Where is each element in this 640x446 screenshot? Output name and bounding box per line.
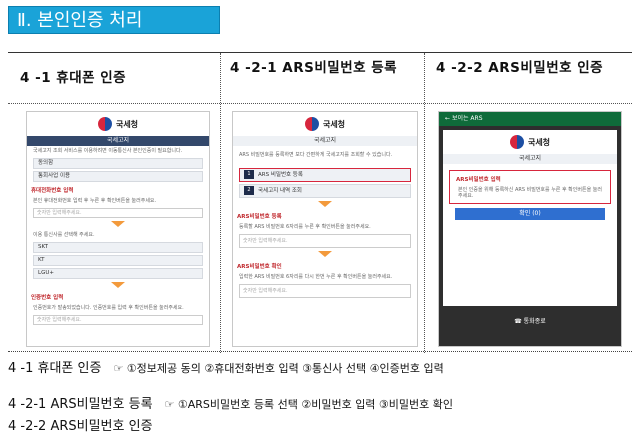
terms-row[interactable]: 동의함 (33, 158, 203, 169)
ars-register-option[interactable]: 1 ARS 비밀번호 등록 (239, 168, 411, 182)
ars-top-bar: ← 보이는 ARS (439, 112, 621, 126)
password-input[interactable]: 숫자만 입력해주세요. (239, 234, 411, 248)
carrier-label: 이용 통신사를 선택해 주세요. (33, 232, 95, 238)
ars-step-box: ARS비밀번호 입력 본인 인증을 위해 등록하신 ARS 비밀번호를 누른 후… (449, 170, 611, 204)
step-heading: ARS비밀번호 확인 (237, 264, 282, 270)
header-ars-register: 4 -2-1 ARS비밀번호 등록 (230, 60, 398, 76)
footer-line: 4 -2-1 ARS비밀번호 등록 ☞ ①ARS비밀번호 등록 선택 ②비밀번호 … (8, 397, 454, 412)
ars-register-screenshot: 국세청 국세고지 ARS 비밀번호를 등록하면 보다 간편하게 국세고지를 조회… (232, 111, 418, 347)
nav-bar: 국세고지 (443, 154, 617, 164)
nts-emblem-icon (509, 135, 524, 149)
nts-emblem-icon (97, 117, 112, 131)
nts-logo: 국세청 (233, 112, 417, 136)
step-desc: 입력한 ARS 비밀번호 6자리를 다시 한번 누른 후 확인버튼을 눌러주세요… (239, 274, 393, 280)
down-arrow-icon (111, 282, 125, 288)
password-confirm-input[interactable]: 숫자만 입력해주세요. (239, 284, 411, 298)
phone-input[interactable]: 숫자만 입력해주세요. (33, 208, 203, 218)
ars-auth-screenshot: ← 보이는 ARS 국세청 국세고지 ARS비밀번호 입력 본인 인증을 위해 … (438, 111, 622, 347)
terms-row[interactable]: 통회사업 이용 (33, 171, 203, 182)
nts-logo: 국세청 (27, 112, 209, 136)
phone-auth-screenshot: 국세청 국세고지 국세고지 조회 서비스를 이용하려면 이동통신사 본인인증이 … (26, 111, 210, 347)
step-heading: 휴대전화번호 입력 (31, 188, 74, 194)
ars-content: 국세청 국세고지 ARS비밀번호 입력 본인 인증을 위해 등록하신 ARS 비… (443, 130, 617, 306)
end-call-button[interactable]: ☎ 통화종료 (439, 316, 621, 325)
carrier-option[interactable]: LGU+ (33, 268, 203, 279)
phone-icon: ☎ (514, 318, 522, 325)
confirm-button[interactable]: 확인 (0) (455, 208, 605, 220)
tax-notice-option[interactable]: 2 국세고지 내역 조회 (239, 184, 411, 198)
section-title: Ⅱ. 본인인증 처리 (8, 6, 220, 34)
column-divider (220, 53, 221, 353)
header-ars-auth: 4 -2-2 ARS비밀번호 인증 (436, 60, 604, 76)
carrier-option[interactable]: SKT (33, 242, 203, 253)
down-arrow-icon (111, 221, 125, 227)
step-desc: 본인 휴대전화번호 입력 후 누른 후 확인버튼을 눌러주세요. (33, 198, 157, 204)
footer-line: 4 -2-2 ARS비밀번호 인증 (8, 419, 153, 434)
intro-text: ARS 비밀번호를 등록하면 보다 간편하게 국세고지를 조회할 수 있습니다. (239, 152, 393, 158)
step-desc: 등록할 ARS 비밀번호 6자리를 누른 후 확인버튼을 눌러주세요. (239, 224, 371, 230)
code-input[interactable]: 숫자만 입력해주세요. (33, 315, 203, 325)
column-divider (424, 53, 425, 353)
down-arrow-icon (318, 251, 332, 257)
down-arrow-icon (318, 201, 332, 207)
nts-emblem-icon (304, 117, 319, 131)
nts-logo: 국세청 (443, 130, 617, 154)
step-desc: 인증번호가 발송되었습니다. 인증번호를 입력 후 확인버튼을 눌러주세요. (33, 305, 184, 311)
document-page: Ⅱ. 본인인증 처리 4 -1 휴대폰 인증 4 -2-1 ARS비밀번호 등록… (0, 0, 640, 446)
step-heading: ARS비밀번호 입력 (456, 177, 501, 183)
footer-line: 4 -1 휴대폰 인증 ☞ ①정보제공 동의 ②휴대전화번호 입력 ③통신사 선택… (8, 361, 444, 376)
nav-bar: 국세고지 (27, 136, 209, 146)
steps-table: 4 -1 휴대폰 인증 4 -2-1 ARS비밀번호 등록 4 -2-2 ARS… (8, 52, 632, 353)
header-phone-auth: 4 -1 휴대폰 인증 (20, 70, 127, 86)
step-desc: 본인 인증을 위해 등록하신 ARS 비밀번호를 누른 후 확인버튼을 눌러주세… (458, 187, 602, 199)
intro-text: 국세고지 조회 서비스를 이용하려면 이동통신사 본인인증이 필요합니다. (33, 148, 183, 154)
carrier-option[interactable]: KT (33, 255, 203, 266)
nav-bar: 국세고지 (233, 136, 417, 146)
step-heading: 인증번호 입력 (31, 295, 64, 301)
step-heading: ARS비밀번호 등록 (237, 214, 282, 220)
back-icon[interactable]: ← (445, 115, 450, 122)
header-divider (8, 103, 632, 104)
